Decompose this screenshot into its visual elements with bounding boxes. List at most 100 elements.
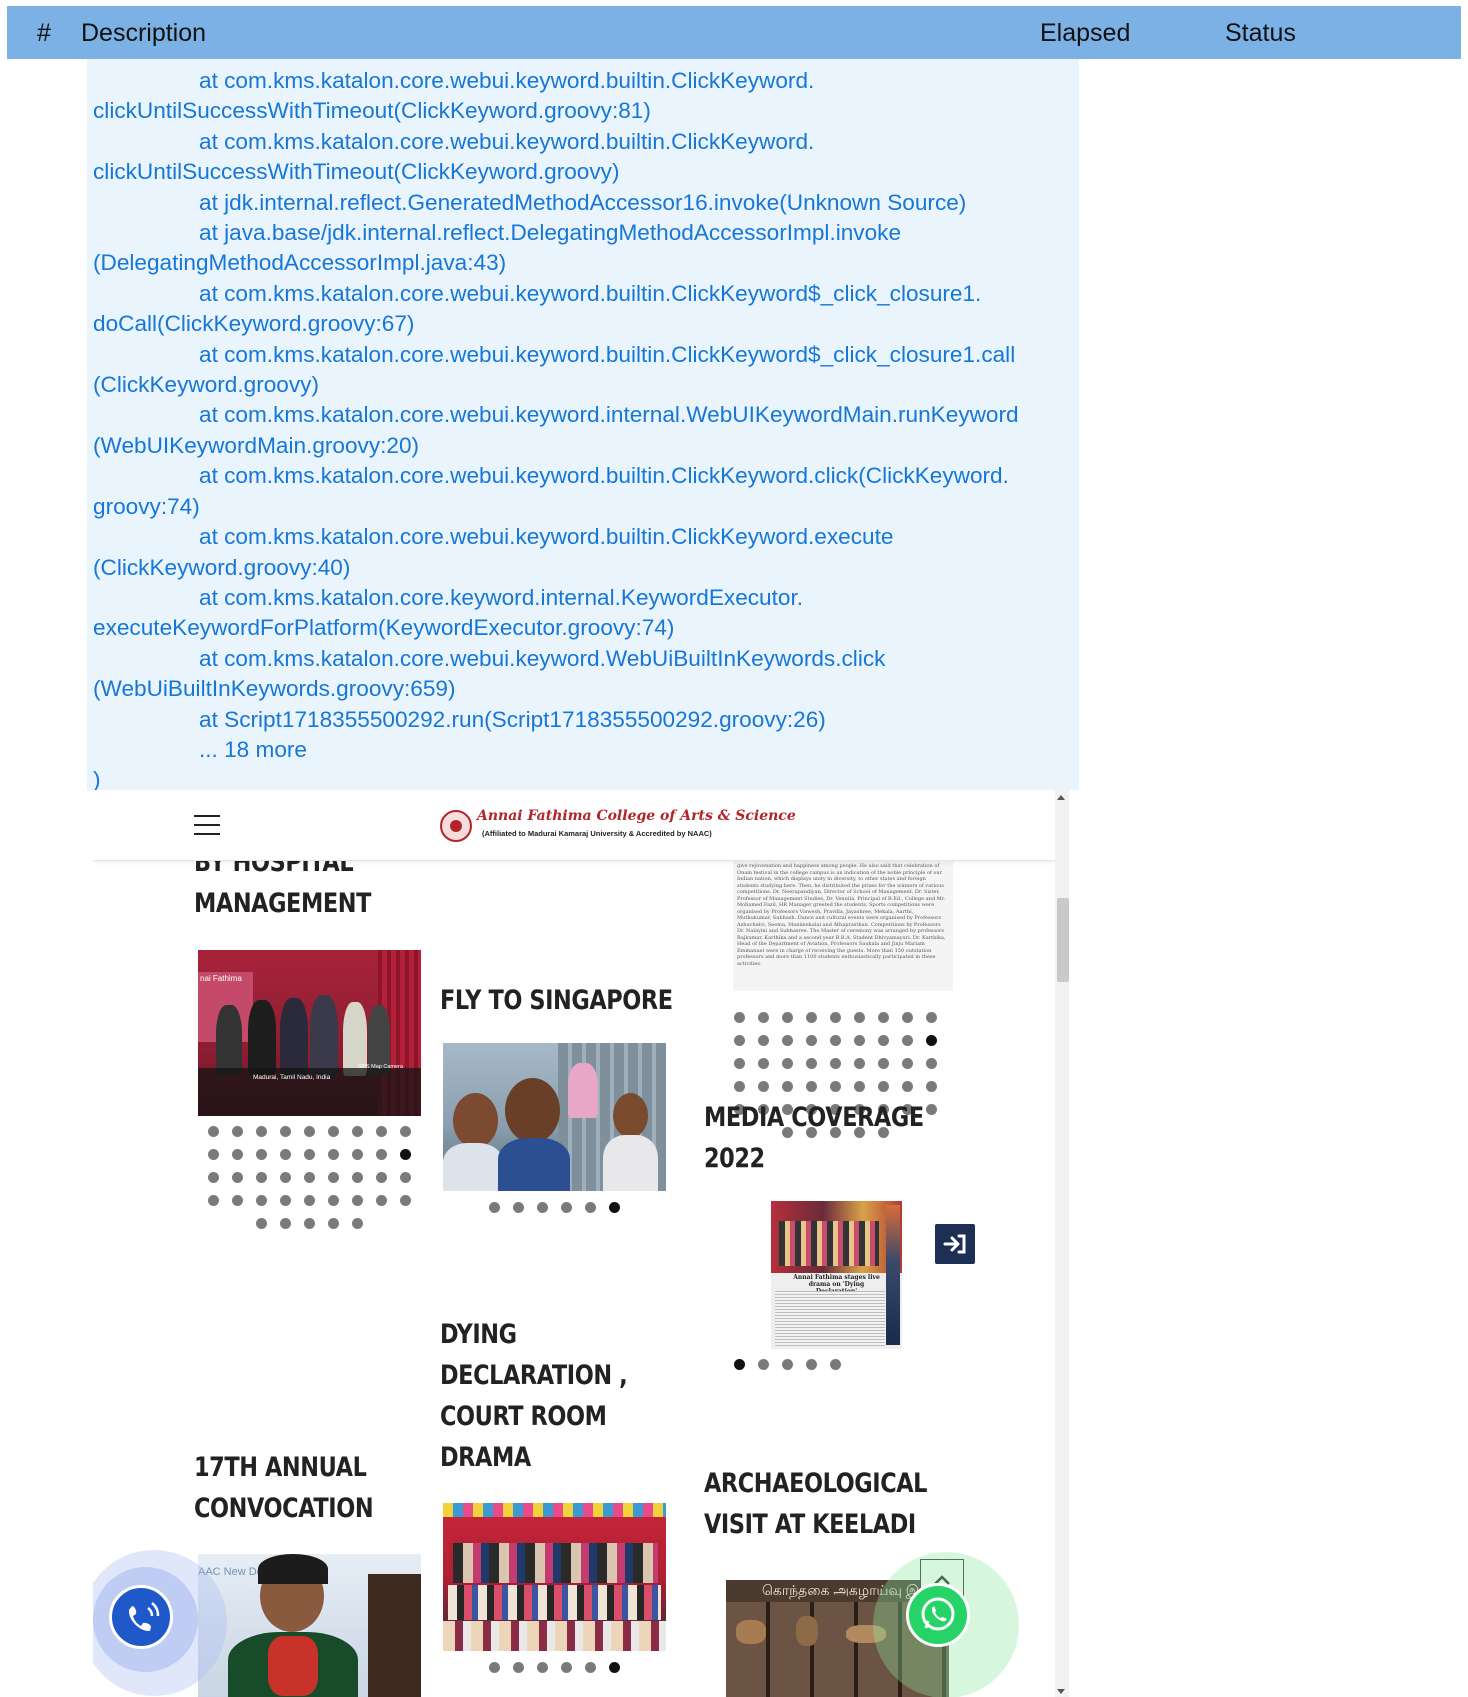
- carousel-dot[interactable]: [854, 1081, 865, 1092]
- carousel-dot[interactable]: [830, 1359, 841, 1370]
- media-newspaper-photo[interactable]: Annai Fathima stages live drama on 'Dyin…: [771, 1201, 902, 1349]
- carousel-dot[interactable]: [878, 1012, 889, 1023]
- carousel-dot[interactable]: [232, 1149, 243, 1160]
- carousel-dot[interactable]: [232, 1195, 243, 1206]
- convocation-photo[interactable]: AAC New Del: [198, 1554, 421, 1697]
- phone-call-icon[interactable]: [109, 1585, 173, 1649]
- carousel-dot[interactable]: [280, 1126, 291, 1137]
- carousel-dot[interactable]: [513, 1662, 524, 1673]
- login-button[interactable]: [935, 1224, 975, 1264]
- carousel-dot[interactable]: [400, 1126, 411, 1137]
- carousel-dot[interactable]: [854, 1012, 865, 1023]
- carousel-dot[interactable]: [585, 1662, 596, 1673]
- carousel-dot[interactable]: [328, 1172, 339, 1183]
- carousel-dot[interactable]: [352, 1149, 363, 1160]
- carousel-dot[interactable]: [854, 1058, 865, 1069]
- hospital-photo[interactable]: nai Fathima Madurai, Tamil Nadu, India G…: [198, 950, 421, 1116]
- carousel-dot[interactable]: [376, 1172, 387, 1183]
- carousel-dot[interactable]: [806, 1035, 817, 1046]
- carousel-dot[interactable]: [256, 1126, 267, 1137]
- carousel-dot[interactable]: [902, 1058, 913, 1069]
- carousel-dot[interactable]: [782, 1359, 793, 1370]
- carousel-dot[interactable]: [208, 1126, 219, 1137]
- carousel-dot[interactable]: [232, 1126, 243, 1137]
- carousel-dot[interactable]: [782, 1058, 793, 1069]
- carousel-dot[interactable]: [256, 1195, 267, 1206]
- carousel-dot[interactable]: [328, 1149, 339, 1160]
- carousel-dot[interactable]: [280, 1149, 291, 1160]
- carousel-dot[interactable]: [854, 1035, 865, 1046]
- carousel-dot[interactable]: [878, 1035, 889, 1046]
- carousel-dot[interactable]: [830, 1081, 841, 1092]
- carousel-dot[interactable]: [304, 1172, 315, 1183]
- carousel-dot[interactable]: [830, 1058, 841, 1069]
- carousel-dot[interactable]: [352, 1126, 363, 1137]
- carousel-dot[interactable]: [926, 1012, 937, 1023]
- singapore-photo[interactable]: [443, 1043, 666, 1191]
- carousel-dot[interactable]: [926, 1058, 937, 1069]
- whatsapp-icon[interactable]: [906, 1583, 970, 1647]
- carousel-dot[interactable]: [256, 1149, 267, 1160]
- carousel-dot[interactable]: [734, 1035, 745, 1046]
- carousel-dot[interactable]: [304, 1195, 315, 1206]
- carousel-dot[interactable]: [352, 1195, 363, 1206]
- carousel-dot[interactable]: [806, 1012, 817, 1023]
- carousel-dot[interactable]: [878, 1081, 889, 1092]
- carousel-dot[interactable]: [734, 1012, 745, 1023]
- carousel-dot[interactable]: [926, 1104, 937, 1115]
- carousel-dot[interactable]: [208, 1172, 219, 1183]
- hamburger-menu-icon[interactable]: [194, 815, 220, 835]
- carousel-dot[interactable]: [561, 1202, 572, 1213]
- carousel-dot[interactable]: [208, 1195, 219, 1206]
- carousel-dot[interactable]: [758, 1035, 769, 1046]
- carousel-dot[interactable]: [902, 1012, 913, 1023]
- carousel-dot[interactable]: [902, 1081, 913, 1092]
- carousel-dot[interactable]: [734, 1058, 745, 1069]
- carousel-dot[interactable]: [489, 1202, 500, 1213]
- carousel-dot[interactable]: [280, 1172, 291, 1183]
- carousel-dot[interactable]: [585, 1202, 596, 1213]
- carousel-dot[interactable]: [256, 1218, 267, 1229]
- carousel-dot[interactable]: [232, 1172, 243, 1183]
- carousel-dot[interactable]: [208, 1149, 219, 1160]
- carousel-dot[interactable]: [537, 1202, 548, 1213]
- carousel-dot[interactable]: [902, 1035, 913, 1046]
- carousel-dot[interactable]: [328, 1126, 339, 1137]
- carousel-dot[interactable]: [830, 1035, 841, 1046]
- carousel-dot[interactable]: [400, 1172, 411, 1183]
- carousel-dot[interactable]: [782, 1012, 793, 1023]
- carousel-dot[interactable]: [806, 1058, 817, 1069]
- carousel-dot[interactable]: [758, 1012, 769, 1023]
- scroll-down-arrow-icon[interactable]: [1057, 1689, 1065, 1694]
- carousel-dot[interactable]: [609, 1202, 620, 1213]
- scroll-up-arrow-icon[interactable]: [1057, 795, 1065, 800]
- carousel-dot[interactable]: [400, 1149, 411, 1160]
- carousel-dot[interactable]: [256, 1172, 267, 1183]
- carousel-dot[interactable]: [561, 1662, 572, 1673]
- carousel-dot[interactable]: [609, 1662, 620, 1673]
- carousel-dot[interactable]: [734, 1081, 745, 1092]
- carousel-dot[interactable]: [304, 1218, 315, 1229]
- carousel-dot[interactable]: [376, 1126, 387, 1137]
- carousel-dot[interactable]: [328, 1218, 339, 1229]
- carousel-dot[interactable]: [878, 1058, 889, 1069]
- carousel-dot[interactable]: [758, 1081, 769, 1092]
- screenshot-scrollbar[interactable]: [1055, 790, 1069, 1697]
- carousel-dot[interactable]: [806, 1081, 817, 1092]
- carousel-dot[interactable]: [758, 1359, 769, 1370]
- carousel-dot[interactable]: [489, 1662, 500, 1673]
- carousel-dot[interactable]: [537, 1662, 548, 1673]
- carousel-dot[interactable]: [304, 1149, 315, 1160]
- carousel-dot[interactable]: [280, 1218, 291, 1229]
- carousel-dot[interactable]: [328, 1195, 339, 1206]
- scrollbar-thumb[interactable]: [1057, 898, 1069, 982]
- dying-declaration-photo[interactable]: [443, 1503, 666, 1651]
- carousel-dot[interactable]: [806, 1359, 817, 1370]
- carousel-dot[interactable]: [352, 1172, 363, 1183]
- carousel-dot[interactable]: [352, 1218, 363, 1229]
- carousel-dot[interactable]: [304, 1126, 315, 1137]
- carousel-dot[interactable]: [400, 1195, 411, 1206]
- carousel-dot[interactable]: [376, 1195, 387, 1206]
- carousel-dot[interactable]: [830, 1012, 841, 1023]
- carousel-dot[interactable]: [782, 1081, 793, 1092]
